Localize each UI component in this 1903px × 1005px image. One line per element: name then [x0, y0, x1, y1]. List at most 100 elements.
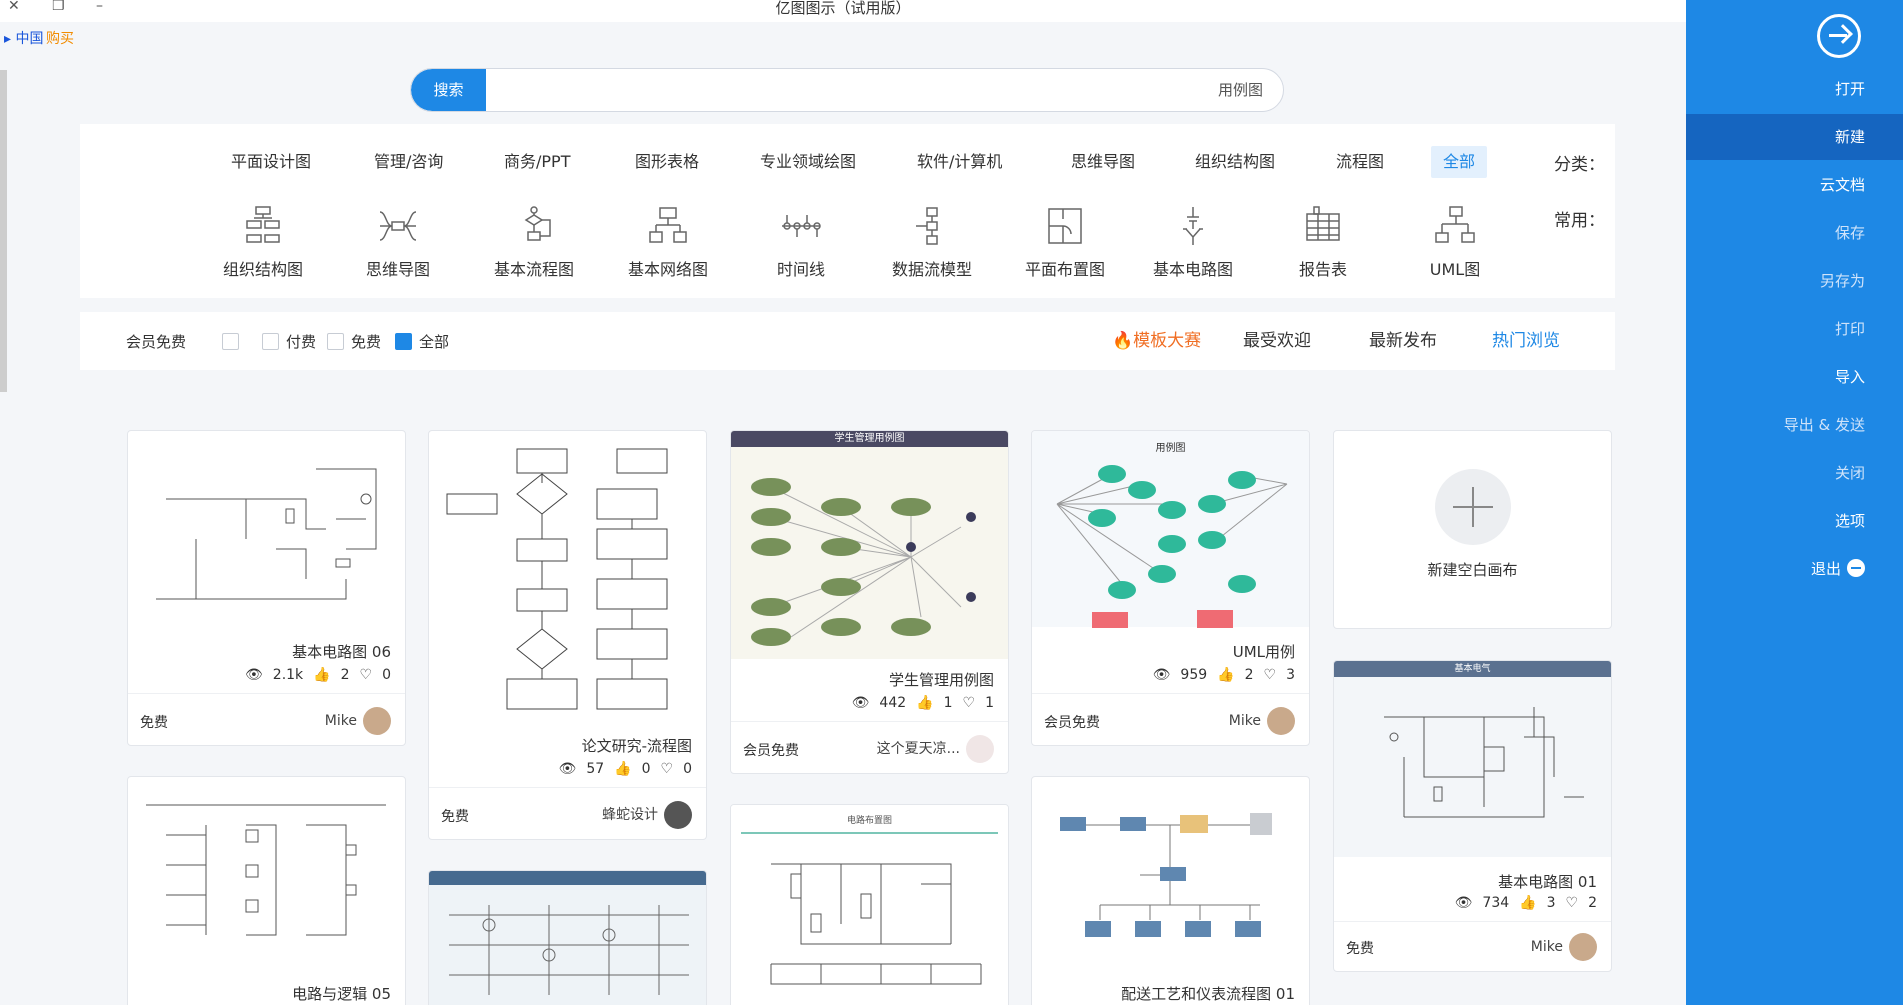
template-author[interactable]: Mike [1531, 933, 1597, 961]
category-software[interactable]: 软件/计算机 [905, 146, 1014, 178]
data-flow-icon [916, 207, 938, 245]
common-timeline[interactable]: 时间线 [751, 204, 851, 280]
common-report-label: 报告表 [1298, 260, 1347, 279]
menu-open[interactable]: 打开 [1686, 66, 1903, 112]
template-author[interactable]: 蜂蛇设计 [602, 801, 692, 829]
category-graphic-table[interactable]: 图形表格 [623, 146, 711, 178]
sort-popular[interactable]: 最受欢迎 [1243, 312, 1311, 370]
timeline-icon [782, 215, 821, 237]
thumbnail-title: 电路布置图 [846, 816, 892, 826]
template-card[interactable]: 电路与逻辑 05 [127, 776, 406, 1005]
template-thumbnail [136, 785, 399, 975]
common-circuit[interactable]: 基本电路图 [1143, 204, 1243, 280]
view-count: 734 [1482, 895, 1510, 911]
common-orgchart-label: 组织结构图 [222, 260, 303, 279]
template-card[interactable]: 用例图 UML用例 👁 959 👍 2 ♡ 3 Mike 会员免费 [1031, 430, 1310, 746]
common-flowchart[interactable]: 基本流程图 [484, 204, 584, 280]
menu-save[interactable]: 保存 [1686, 210, 1903, 256]
filter-paid[interactable]: 付费 [262, 333, 326, 351]
template-card[interactable]: 电路布置图 [730, 804, 1009, 1005]
menu-new[interactable]: 新建 [1686, 114, 1903, 160]
file-menu-sidebar: 打开 新建 云文档 保存 另存为 打印 导入 导出 & 发送 关闭 选项 退出 [1686, 0, 1903, 1005]
divider [429, 787, 706, 788]
menu-close[interactable]: 关闭 [1686, 450, 1903, 496]
uml-icon [1435, 206, 1475, 243]
category-floor-design[interactable]: 平面设计图 [219, 146, 323, 178]
template-author[interactable]: Mike [325, 707, 391, 735]
minimize-window-icon[interactable]: – [96, 0, 103, 13]
template-card[interactable]: 基本电路图 06 👁 2.1k 👍 2 ♡ 0 Mike 免费 [127, 430, 406, 746]
divider [128, 693, 405, 694]
template-price: 免费 [1346, 941, 1374, 957]
template-author[interactable]: Mike [1229, 707, 1295, 735]
menu-export-send[interactable]: 导出 & 发送 [1686, 402, 1903, 448]
menu-import[interactable]: 导入 [1686, 354, 1903, 400]
common-network[interactable]: 基本网络图 [618, 204, 718, 280]
circuit-diagram [1384, 707, 1584, 818]
fav-count: 0 [382, 667, 391, 683]
template-stats: 👁 2.1k 👍 2 ♡ 0 [235, 667, 391, 683]
plus-icon [1435, 469, 1511, 545]
checkbox-checked-icon [395, 333, 412, 350]
template-card[interactable]: 学生管理用例图 学生管理用例图 👁 442 👍 1 ♡ 1 这个夏天凉... 会员免费 [730, 430, 1009, 774]
filter-free[interactable]: 免费 [327, 333, 391, 351]
language-link[interactable]: ▸ 中国 [4, 28, 43, 48]
close-window-icon[interactable]: ✕ [8, 0, 20, 13]
template-card[interactable] [428, 870, 707, 1005]
menu-save-as[interactable]: 另存为 [1686, 258, 1903, 304]
view-count: 57 [586, 761, 605, 777]
like-count: 1 [943, 695, 953, 711]
avatar [664, 801, 692, 829]
exit-icon [1847, 559, 1865, 577]
category-business-ppt[interactable]: 商务/PPT [492, 146, 582, 178]
uml-diagram [1056, 465, 1288, 628]
new-blank-canvas[interactable]: 新建空白画布 [1333, 430, 1612, 629]
template-card[interactable]: 配送工艺和仪表流程图 01 [1031, 776, 1310, 1005]
sort-hot[interactable]: 热门浏览 [1492, 312, 1560, 370]
heart-icon: ♡ [660, 761, 674, 777]
category-panel: 分类： 全部 流程图 组织结构图 思维导图 软件/计算机 专业领域绘图 图形表格… [80, 124, 1615, 298]
common-floorplan[interactable]: 平面布置图 [1015, 204, 1115, 280]
category-org-chart[interactable]: 组织结构图 [1183, 146, 1287, 178]
circuit-diagram [449, 905, 689, 995]
checkbox-icon [262, 333, 279, 350]
view-count: 959 [1180, 667, 1208, 683]
window-title: 亿图图示（试用版） [775, 0, 911, 17]
restore-window-icon[interactable]: ❐ [52, 0, 65, 13]
search-button[interactable]: 搜索 [411, 69, 486, 111]
category-professional[interactable]: 专业领域绘图 [748, 146, 868, 178]
language-label: 中国 [15, 31, 44, 47]
org-chart-icon [246, 206, 280, 243]
author-name: Mike [1530, 939, 1563, 955]
arrow-right-icon[interactable] [1817, 14, 1861, 58]
category-mindmap[interactable]: 思维导图 [1059, 146, 1147, 178]
buy-link[interactable]: 购买 [46, 28, 74, 48]
search-input[interactable] [497, 69, 1263, 111]
thumbs-up-icon: 👍 [916, 695, 934, 711]
scrollbar[interactable] [0, 70, 7, 392]
menu-print[interactable]: 打印 [1686, 306, 1903, 352]
thumbs-up-icon: 👍 [1217, 667, 1235, 683]
common-network-label: 基本网络图 [627, 260, 708, 279]
heart-icon: ♡ [359, 667, 373, 683]
category-flowchart[interactable]: 流程图 [1324, 146, 1396, 178]
menu-exit[interactable]: 退出 [1686, 546, 1903, 592]
menu-cloud-docs[interactable]: 云文档 [1686, 162, 1903, 208]
template-card[interactable]: 论文研究-流程图 👁 57 👍 0 ♡ 0 蜂蛇设计 免费 [428, 430, 707, 840]
common-dataflow[interactable]: 数据流模型 [882, 204, 982, 280]
sort-contest[interactable]: 🔥模板大赛 [1112, 312, 1201, 370]
category-all[interactable]: 全部 [1431, 146, 1488, 178]
filter-all[interactable]: 全部 [395, 333, 475, 351]
template-author[interactable]: 这个夏天凉... [877, 735, 994, 763]
menu-options[interactable]: 选项 [1686, 498, 1903, 544]
template-card[interactable]: 基本电气 基本电路图 01 👁 734 👍 3 ♡ 2 Mike 免费 [1333, 660, 1612, 972]
filter-member[interactable]: 会员免费 [126, 333, 246, 351]
common-orgchart[interactable]: 组织结构图 [213, 204, 313, 280]
common-report[interactable]: 报告表 [1273, 204, 1373, 280]
filter-bar: 热门浏览 最新发布 最受欢迎 🔥模板大赛 全部 免费 付费 会员免费 [80, 312, 1615, 370]
common-uml[interactable]: UML图 [1405, 204, 1505, 280]
sort-newest[interactable]: 最新发布 [1369, 312, 1437, 370]
category-management[interactable]: 管理/咨询 [362, 146, 455, 178]
common-mindmap[interactable]: 思维导图 [348, 204, 448, 280]
fire-icon: 🔥 [1112, 331, 1134, 351]
